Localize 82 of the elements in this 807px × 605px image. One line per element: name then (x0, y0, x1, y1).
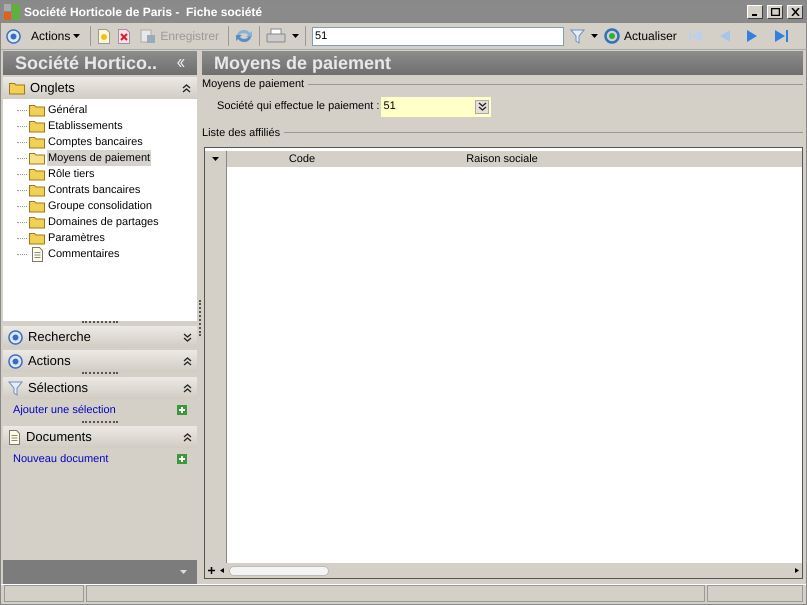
filter-icon (8, 380, 23, 396)
folder-icon (29, 168, 45, 180)
collapse-icon[interactable] (183, 384, 192, 392)
folder-icon (9, 82, 25, 94)
save-icon (140, 28, 156, 44)
tree-item[interactable]: Comptes bancaires (47, 134, 144, 150)
splitter-grip[interactable] (82, 321, 118, 324)
panel-header[interactable]: Onglets (3, 77, 197, 99)
panel-title: Onglets (30, 79, 76, 98)
expand-icon[interactable] (478, 102, 487, 111)
target-icon (8, 330, 23, 344)
filter-icon (570, 28, 586, 44)
app-logo-icon (4, 4, 20, 20)
dropdown-arrow-icon[interactable] (591, 34, 598, 38)
column-header[interactable]: Raison sociale (377, 151, 627, 167)
folder-icon (29, 104, 45, 116)
document-icon (8, 430, 21, 444)
tree-item[interactable]: Moyens de paiement (47, 150, 152, 166)
company-combo-box[interactable]: 51 (381, 96, 492, 116)
column-menu-icon[interactable] (212, 156, 219, 162)
folder-icon (29, 120, 45, 132)
tree-item[interactable]: Domaines de partages (47, 214, 160, 230)
add-icon[interactable] (177, 454, 187, 464)
scroll-right-icon[interactable] (793, 568, 800, 573)
collapse-icon[interactable] (182, 84, 191, 92)
tree-item[interactable]: Rôle tiers (47, 166, 96, 182)
collapse-sidebar-icon[interactable] (177, 59, 185, 67)
search-field[interactable]: 51 (312, 26, 564, 46)
printer-icon[interactable] (266, 28, 286, 44)
target-icon (6, 28, 21, 44)
scrollbar-thumb[interactable] (229, 566, 329, 576)
splitter-grip[interactable] (82, 421, 118, 424)
tree-item[interactable]: Groupe consolidation (47, 198, 153, 214)
new-document-icon[interactable] (97, 28, 112, 44)
add-icon[interactable] (177, 405, 187, 415)
panel-header[interactable]: Sélections (3, 377, 197, 399)
collapse-icon[interactable] (183, 432, 192, 442)
sidebar-title: Société Hortico.. (15, 52, 158, 74)
panel-link[interactable]: Ajouter une sélection (13, 402, 177, 418)
dropdown-arrow-icon[interactable] (292, 34, 300, 38)
actions-menu-button[interactable]: Actions (27, 27, 84, 45)
folder-icon (29, 216, 45, 228)
refresh-button[interactable]: Actualiser (604, 27, 677, 45)
group-title: Moyens de paiement (202, 77, 304, 92)
add-row-icon[interactable] (207, 566, 216, 575)
caret-icon[interactable] (73, 34, 80, 38)
window-title: Société Horticole de Paris - Fiche société (24, 4, 264, 21)
scroll-left-icon[interactable] (219, 568, 226, 573)
panel-title: Sélections (28, 379, 89, 398)
collapse-icon[interactable] (183, 356, 192, 366)
panel-header[interactable]: Actions (3, 350, 197, 372)
tree-item[interactable]: Etablissements (47, 118, 124, 134)
folder-icon (29, 184, 45, 196)
panel-link[interactable]: Nouveau document (13, 450, 177, 468)
tree-item[interactable]: Général (47, 102, 88, 118)
panel-title: Recherche (28, 328, 92, 346)
close-icon (790, 8, 800, 16)
folder-icon (29, 232, 45, 244)
close-button[interactable] (787, 5, 803, 19)
folder-icon (29, 200, 45, 212)
group-title: Liste des affiliés (202, 126, 280, 140)
maximize-icon (770, 8, 780, 16)
refresh-icon (604, 28, 620, 44)
tree-item[interactable]: Commentaires (47, 246, 121, 262)
minimize-button[interactable] (747, 5, 763, 19)
folder-icon (29, 152, 45, 164)
field-label: Société qui effectue le paiement : (217, 99, 380, 114)
target-icon (8, 354, 23, 368)
column-header[interactable]: Code (227, 151, 377, 167)
panel-header[interactable]: Documents (3, 426, 197, 448)
splitter-grip[interactable] (82, 372, 118, 375)
tree-item[interactable]: Paramètres (47, 230, 106, 246)
folder-icon (29, 136, 45, 148)
panel-header[interactable]: Recherche (3, 326, 197, 348)
maximize-button[interactable] (767, 5, 783, 19)
document-icon (30, 246, 44, 262)
tree-item[interactable]: Contrats bancaires (47, 182, 142, 198)
content-title: Moyens de paiement (214, 52, 392, 75)
delete-icon[interactable] (117, 28, 132, 44)
panel-title: Documents (26, 428, 93, 446)
panel-title: Actions (28, 352, 72, 370)
expand-icon[interactable] (183, 332, 192, 342)
